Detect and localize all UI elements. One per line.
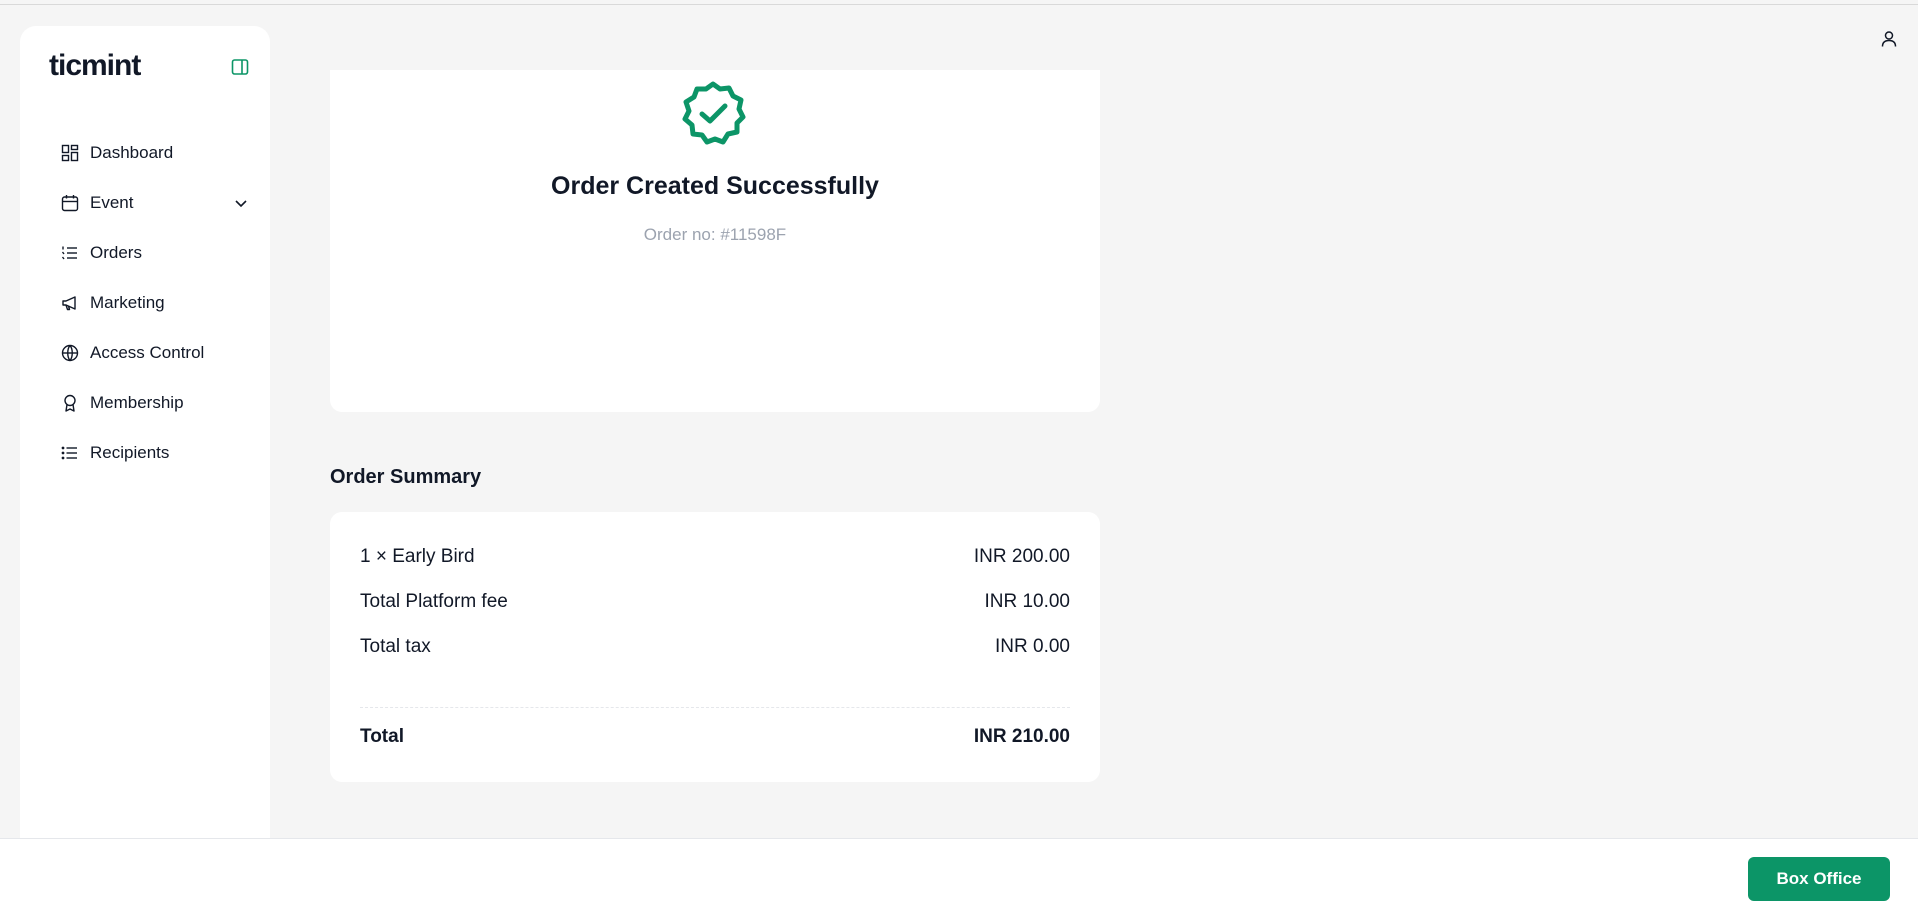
order-summary-heading: Order Summary: [330, 466, 482, 488]
order-summary-card: 1 × Early Bird INR 200.00 Total Platform…: [330, 512, 1100, 782]
top-border: [0, 0, 1918, 5]
sidebar-item-label: Event: [90, 193, 134, 212]
list-icon: [60, 443, 80, 463]
footer-bar: Box Office: [0, 838, 1918, 910]
sidebar: ticmint Dashboard Event Orders Marketing…: [20, 26, 270, 846]
summary-row: 1 × Early Bird INR 200.00: [360, 546, 1070, 568]
sidebar-item-membership[interactable]: Membership: [60, 378, 250, 428]
order-number: Order no: #11598F: [643, 225, 787, 244]
summary-row-value: INR 0.00: [995, 636, 1070, 657]
sidebar-nav: Dashboard Event Orders Marketing Access …: [60, 128, 250, 478]
summary-row-value: INR 10.00: [984, 591, 1070, 612]
summary-row-label: 1 × Early Bird: [360, 546, 475, 567]
sidebar-item-label: Access Control: [90, 343, 205, 362]
summary-row-label: Total Platform fee: [360, 591, 508, 612]
sidebar-toggle-icon[interactable]: [231, 58, 249, 76]
summary-total-label: Total: [360, 726, 404, 747]
ordered-list-icon: [60, 243, 80, 263]
check-badge-icon: [680, 80, 746, 146]
ticmint-logo[interactable]: ticmint: [49, 49, 141, 83]
sidebar-item-marketing[interactable]: Marketing: [60, 278, 250, 328]
sidebar-item-label: Membership: [90, 393, 184, 412]
order-success-card: Order Created Successfully Order no: #11…: [330, 70, 1100, 412]
dashboard-grid-icon: [60, 143, 80, 163]
sidebar-item-label: Dashboard: [90, 143, 174, 162]
summary-row-value: INR 200.00: [973, 546, 1070, 567]
megaphone-icon: [60, 293, 80, 313]
award-icon: [60, 393, 80, 413]
summary-row: Total tax INR 0.00: [360, 636, 1070, 658]
chevron-down-icon[interactable]: [232, 194, 250, 212]
user-icon[interactable]: [1879, 29, 1899, 49]
summary-row-label: Total tax: [360, 636, 431, 657]
summary-row: Total Platform fee INR 10.00: [360, 591, 1070, 613]
sidebar-item-orders[interactable]: Orders: [60, 228, 250, 278]
sidebar-item-recipients[interactable]: Recipients: [60, 428, 250, 478]
sidebar-item-access-control[interactable]: Access Control: [60, 328, 250, 378]
success-title: Order Created Successfully: [551, 172, 879, 200]
sidebar-item-label: Marketing: [90, 293, 165, 312]
sidebar-item-label: Orders: [90, 243, 142, 262]
calendar-icon: [60, 193, 80, 213]
globe-icon: [60, 343, 80, 363]
sidebar-item-label: Recipients: [90, 443, 170, 462]
sidebar-item-dashboard[interactable]: Dashboard: [60, 128, 250, 178]
summary-total-value: INR 210.00: [973, 726, 1070, 747]
summary-total-row: Total INR 210.00: [360, 726, 1070, 748]
box-office-button[interactable]: Box Office: [1748, 857, 1890, 901]
sidebar-item-event[interactable]: Event: [60, 178, 250, 228]
summary-divider: [360, 707, 1070, 708]
